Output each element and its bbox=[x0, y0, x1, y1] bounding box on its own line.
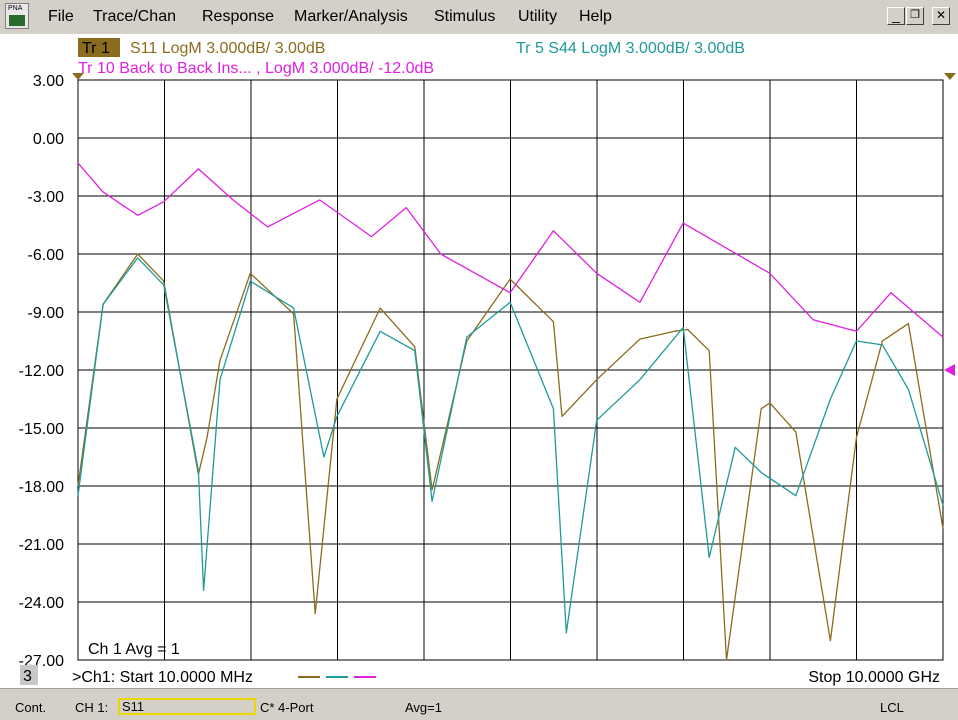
y-tick-label: -12.00 bbox=[19, 363, 64, 380]
y-tick-label: -6.00 bbox=[28, 247, 65, 264]
y-tick-labels: 3.00 0.00 -3.00 -6.00 -9.00 -12.00 -15.00 -18.0… bbox=[19, 73, 64, 670]
menu-marker-analysis[interactable]: Marker/Analysis bbox=[294, 8, 408, 26]
tr10-description[interactable]: Tr 10 Back to Back Ins... , LogM 3.000dB… bbox=[78, 60, 434, 77]
restore-button[interactable]: ❐ bbox=[906, 7, 924, 25]
status-avg: Avg=1 bbox=[405, 700, 442, 715]
close-button[interactable]: ✕ bbox=[932, 7, 950, 25]
status-measurement[interactable]: S11 bbox=[118, 698, 256, 715]
y-tick-label: -21.00 bbox=[19, 537, 64, 554]
menu-bar: PNA File Trace/Chan Response Marker/Anal… bbox=[0, 0, 958, 34]
y-tick-label: -3.00 bbox=[28, 189, 65, 206]
app-icon-label: PNA bbox=[8, 5, 23, 12]
status-cont: Cont. bbox=[15, 700, 47, 715]
measurement-screen: Tr 1 S11 LogM 3.000dB/ 3.00dB Tr 5 S44 L… bbox=[0, 34, 958, 688]
y-tick-label: -9.00 bbox=[28, 305, 65, 322]
tr10-ref-marker bbox=[944, 364, 955, 376]
y-tick-label: -24.00 bbox=[19, 595, 64, 612]
status-lcl: LCL bbox=[880, 700, 904, 715]
y-tick-label: 3.00 bbox=[33, 73, 64, 90]
tr5-description[interactable]: Tr 5 S44 LogM 3.000dB/ 3.00dB bbox=[516, 40, 745, 57]
channel-average: Ch 1 Avg = 1 bbox=[88, 641, 180, 658]
app-icon-graphic bbox=[9, 15, 25, 26]
menu-response[interactable]: Response bbox=[202, 8, 274, 26]
start-frequency[interactable]: >Ch1: Start 10.0000 MHz bbox=[72, 669, 253, 686]
status-port: C* 4-Port bbox=[260, 700, 314, 715]
status-channel: CH 1: bbox=[75, 700, 109, 715]
channel-number[interactable]: 3 bbox=[23, 668, 32, 685]
tr1-tag[interactable]: Tr 1 bbox=[82, 40, 110, 57]
chart-grid bbox=[77, 79, 944, 661]
y-tick-label: 0.00 bbox=[33, 131, 64, 148]
status-bar: Cont. CH 1: S11 C* 4-Port Avg=1 LCL bbox=[0, 688, 958, 720]
pna-app-icon[interactable]: PNA bbox=[5, 3, 29, 29]
y-tick-label: -18.00 bbox=[19, 479, 64, 496]
menu-utility[interactable]: Utility bbox=[518, 8, 557, 26]
minimize-button[interactable]: _ bbox=[887, 7, 905, 25]
menu-stimulus[interactable]: Stimulus bbox=[434, 8, 495, 26]
menu-file[interactable]: File bbox=[48, 8, 74, 26]
stop-frequency[interactable]: Stop 10.0000 GHz bbox=[808, 669, 940, 686]
menu-help[interactable]: Help bbox=[579, 8, 612, 26]
y-tick-label: -15.00 bbox=[19, 421, 64, 438]
menu-trace-chan[interactable]: Trace/Chan bbox=[93, 8, 176, 26]
tr1-ref-arrow-right bbox=[944, 73, 956, 80]
trace-chart: Tr 1 S11 LogM 3.000dB/ 3.00dB Tr 5 S44 L… bbox=[19, 38, 956, 686]
tr1-description[interactable]: S11 LogM 3.000dB/ 3.00dB bbox=[130, 40, 325, 57]
